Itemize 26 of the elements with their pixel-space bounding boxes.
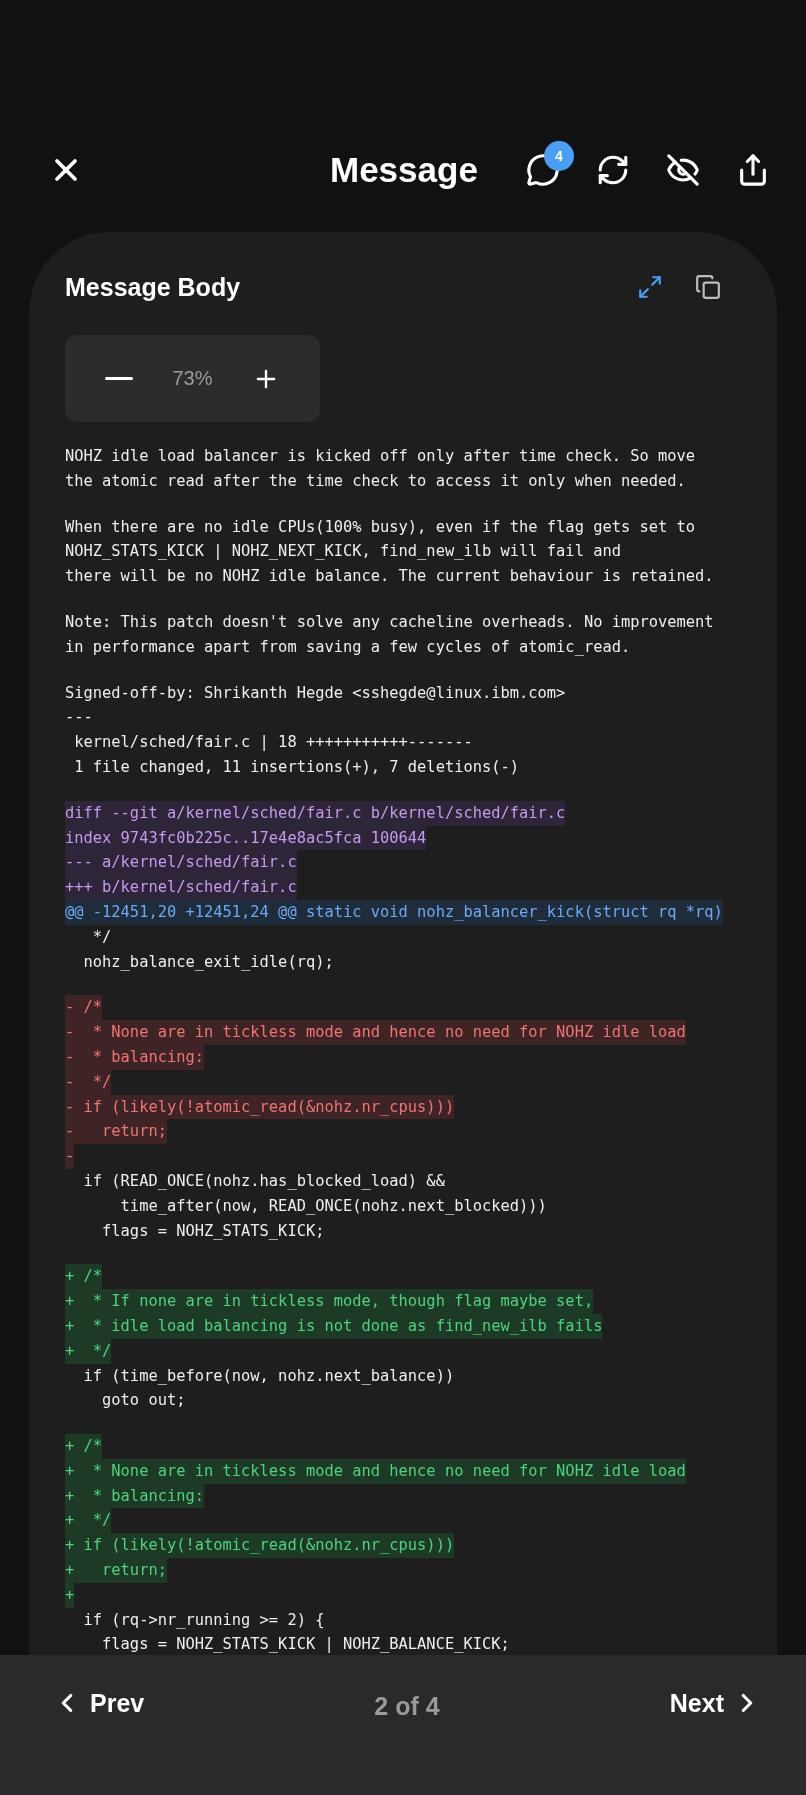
code-line: if (rq->nr_running >= 2) { flags = NOHZ_STATS_KICK | NOHZ_BALANCE_KICK;	[82, 1609, 510, 1655]
code-line: if (READ_ONCE(nohz.has_blocked_load) && time_after(now, READ_ONCE(nohz.next_blocked))) flags = NOHZ_STATS_KICK;	[82, 1170, 547, 1242]
count-badge: 4	[544, 141, 574, 171]
code-line: */	[91, 926, 112, 948]
page-position: 2 of 4	[374, 1691, 440, 1721]
message-paragraph: When there are no idle CPUs(100% busy), even if the flag gets set to NOHZ_STATS_KICK | NOHZ_NEXT_KICK, find_new_ilb will fail and there will be no NOHZ idle balance. The current behaviour is retained.	[65, 516, 714, 588]
refresh-button[interactable]	[596, 153, 630, 187]
expand-icon	[637, 274, 663, 300]
code-line: if (time_before(now, nohz.next_balance)) goto out;	[82, 1365, 455, 1412]
hide-button[interactable]	[666, 153, 700, 187]
expand-button[interactable]	[637, 274, 663, 300]
message-paragraph: Signed-off-by: Shrikanth Hegde <sshegde@linux.ibm.com> --- kernel/sched/fair.c | 18 +++++++++++------- 1 file changed, 11 insertions(+), 7 deletions(-)	[65, 682, 566, 778]
next-button[interactable]: Next	[669, 1688, 762, 1718]
zoom-level: 73%	[172, 367, 213, 390]
message-paragraph: Note: This patch doesn't solve any cacheline overheads. No improvement in performance apart from saving a few cycles of atomic_read.	[65, 612, 714, 658]
copy-icon	[695, 274, 721, 300]
screen-title: Message	[329, 150, 478, 190]
code-line: nohz_balance_exit_idle(rq);	[82, 951, 334, 973]
eye-off-icon	[666, 153, 700, 187]
prev-button[interactable]: Prev	[52, 1688, 145, 1718]
copy-button[interactable]	[695, 274, 721, 300]
minus-icon	[104, 377, 133, 380]
zoom-out-button[interactable]	[104, 377, 133, 380]
card-title: Message Body	[65, 272, 241, 302]
message-paragraph: NOHZ idle load balancer is kicked off only after time check. So move the atomic read after the time check to access it only when needed.	[65, 446, 696, 492]
refresh-icon	[596, 153, 630, 187]
